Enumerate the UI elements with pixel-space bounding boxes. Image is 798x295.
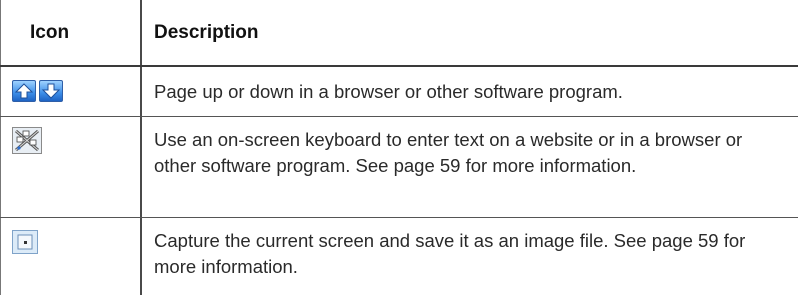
row-description: Use an on-screen keyboard to enter text … bbox=[154, 129, 743, 176]
page-up-down-icon bbox=[12, 80, 66, 104]
icon-cell bbox=[0, 117, 140, 217]
header-description: Description bbox=[154, 22, 259, 43]
header-icon: Icon bbox=[30, 22, 70, 43]
description-cell: Page up or down in a browser or other so… bbox=[142, 67, 798, 116]
icon-cell bbox=[0, 67, 140, 116]
icon-cell bbox=[0, 218, 140, 295]
screen-capture-icon bbox=[12, 230, 38, 254]
table-row: Page up or down in a browser or other so… bbox=[0, 67, 798, 116]
table-row: Capture the current screen and save it a… bbox=[0, 218, 798, 295]
description-cell: Use an on-screen keyboard to enter text … bbox=[142, 117, 798, 217]
table-header-row: Icon Description bbox=[0, 0, 798, 66]
row-description: Capture the current screen and save it a… bbox=[154, 230, 746, 277]
description-cell: Capture the current screen and save it a… bbox=[142, 218, 798, 295]
row-description: Page up or down in a browser or other so… bbox=[154, 81, 623, 102]
table-row: Use an on-screen keyboard to enter text … bbox=[0, 117, 798, 217]
icon-table: Icon Description Page up or down in a br… bbox=[0, 0, 798, 295]
on-screen-keyboard-icon bbox=[12, 127, 42, 154]
